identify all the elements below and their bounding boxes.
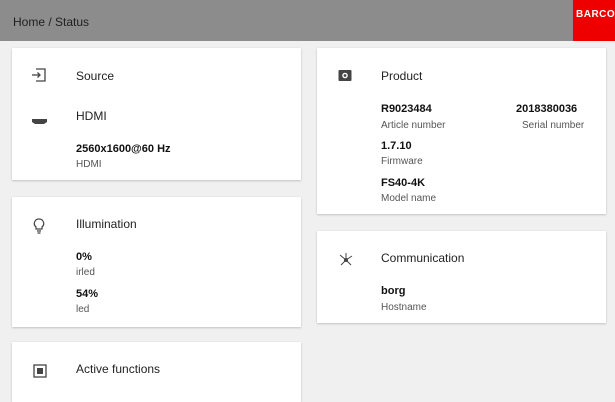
communication-hostname: borg [381, 285, 406, 297]
functions-icon [33, 364, 47, 383]
product-model-label: Model name [381, 193, 437, 204]
brand-logo-text: BARCO [576, 9, 615, 20]
illumination-irled-label: irled [76, 267, 95, 278]
illumination-irled-value: 0% [76, 251, 92, 263]
active-functions-card[interactable]: Active functions [12, 342, 301, 402]
source-input: HDMI [76, 109, 107, 123]
communication-title: Communication [381, 251, 465, 265]
brand-logo: BARCO [573, 0, 615, 41]
network-icon [338, 252, 354, 273]
product-model: FS40-4K [381, 177, 426, 189]
communication-hostname-label: Hostname [381, 302, 427, 313]
source-title: Source [76, 69, 115, 83]
hdmi-icon [31, 112, 48, 130]
product-title: Product [381, 69, 423, 83]
illumination-led-label: led [76, 304, 90, 315]
input-icon [31, 68, 47, 87]
illumination-title: Illumination [76, 217, 137, 231]
product-article-number: R9023484 [381, 103, 432, 115]
lightbulb-icon [33, 218, 45, 239]
product-article-label: Article number [381, 120, 446, 131]
product-firmware-label: Firmware [381, 156, 423, 167]
product-firmware: 1.7.10 [381, 140, 412, 152]
product-card[interactable]: Product R9023484 Article number 20183800… [317, 48, 606, 214]
source-resolution-sub: HDMI [76, 159, 102, 170]
product-serial-number: 2018380036 [516, 103, 578, 115]
top-bar: Home / Status BARCO [0, 0, 615, 41]
source-card[interactable]: Source HDMI 2560x1600@60 Hz HDMI [12, 48, 301, 180]
product-serial-label: Serial number [522, 120, 585, 131]
breadcrumb[interactable]: Home / Status [13, 15, 89, 29]
communication-card[interactable]: Communication borg Hostname [317, 231, 606, 323]
projector-icon [338, 69, 352, 87]
illumination-card[interactable]: Illumination 0% irled 54% led [12, 197, 301, 327]
active-functions-title: Active functions [76, 362, 161, 376]
illumination-led-value: 54% [76, 288, 99, 300]
source-resolution: 2560x1600@60 Hz [76, 143, 171, 155]
